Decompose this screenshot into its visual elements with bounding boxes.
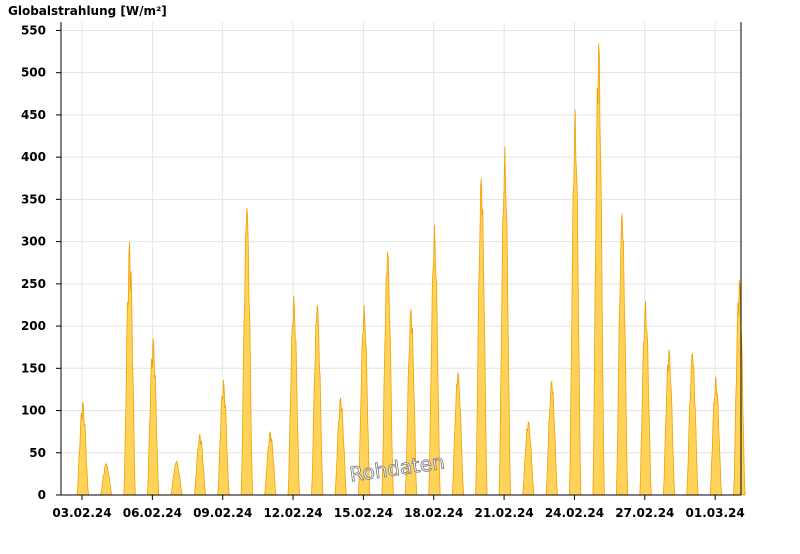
y-tick-label: 0 — [38, 488, 46, 502]
daily-radiation-area — [146, 338, 160, 496]
daily-radiation-area — [592, 43, 605, 496]
daily-radiation-area — [76, 402, 89, 496]
daily-radiation-area — [287, 295, 300, 496]
daily-radiation-area — [170, 460, 183, 496]
x-tick-label: 12.02.24 — [263, 506, 322, 520]
grid-layer — [61, 22, 741, 495]
daily-radiation-area — [193, 434, 207, 496]
daily-radiation-area — [522, 421, 535, 496]
axis-layer — [56, 22, 742, 500]
y-tick-label: 50 — [29, 446, 46, 460]
x-tick-label: 21.02.24 — [474, 506, 533, 520]
daily-radiation-area — [709, 376, 723, 496]
daily-radiation-area — [686, 353, 699, 496]
y-axis-title: Globalstrahlung [W/m²] — [8, 4, 167, 18]
daily-radiation-area — [99, 462, 113, 496]
y-tick-label: 450 — [21, 108, 46, 122]
daily-radiation-area — [217, 380, 230, 496]
x-tick-label: 03.02.24 — [52, 506, 111, 520]
y-tick-label: 200 — [21, 319, 46, 333]
x-tick-label: 18.02.24 — [404, 506, 463, 520]
x-tick-label: 09.02.24 — [193, 506, 252, 520]
y-tick-label: 350 — [21, 192, 46, 206]
daily-radiation-area — [311, 304, 324, 496]
y-tick-label: 250 — [21, 277, 46, 291]
y-tick-label: 100 — [21, 404, 46, 418]
daily-radiation-area — [264, 431, 277, 496]
daily-radiation-area — [569, 109, 582, 496]
daily-radiation-area — [451, 372, 465, 496]
daily-radiation-area — [662, 349, 676, 496]
y-tick-label: 300 — [21, 235, 46, 249]
daily-radiation-area — [639, 300, 652, 496]
y-tick-label: 150 — [21, 361, 46, 375]
y-tick-label: 500 — [21, 66, 46, 80]
y-tick-label: 400 — [21, 150, 46, 164]
daily-radiation-area — [615, 213, 629, 496]
x-tick-label: 15.02.24 — [334, 506, 393, 520]
daily-radiation-area — [475, 178, 488, 496]
x-tick-label: 24.02.24 — [545, 506, 604, 520]
daily-radiation-area — [545, 380, 558, 496]
daily-radiation-area — [240, 207, 254, 496]
x-tick-label: 27.02.24 — [615, 506, 674, 520]
y-tick-label: 550 — [21, 23, 46, 37]
daily-radiation-area — [334, 397, 347, 496]
x-tick-label: 06.02.24 — [123, 506, 182, 520]
x-tick-label: 01.03.24 — [686, 506, 745, 520]
daily-radiation-area — [733, 279, 746, 496]
chart-canvas: 0 50 100 150 200 250 300 350 400 450 500 550 03.02.2… — [8, 4, 746, 520]
solar-radiation-chart: 0 50 100 150 200 250 300 350 400 450 500 550 03.02.2… — [0, 0, 800, 550]
